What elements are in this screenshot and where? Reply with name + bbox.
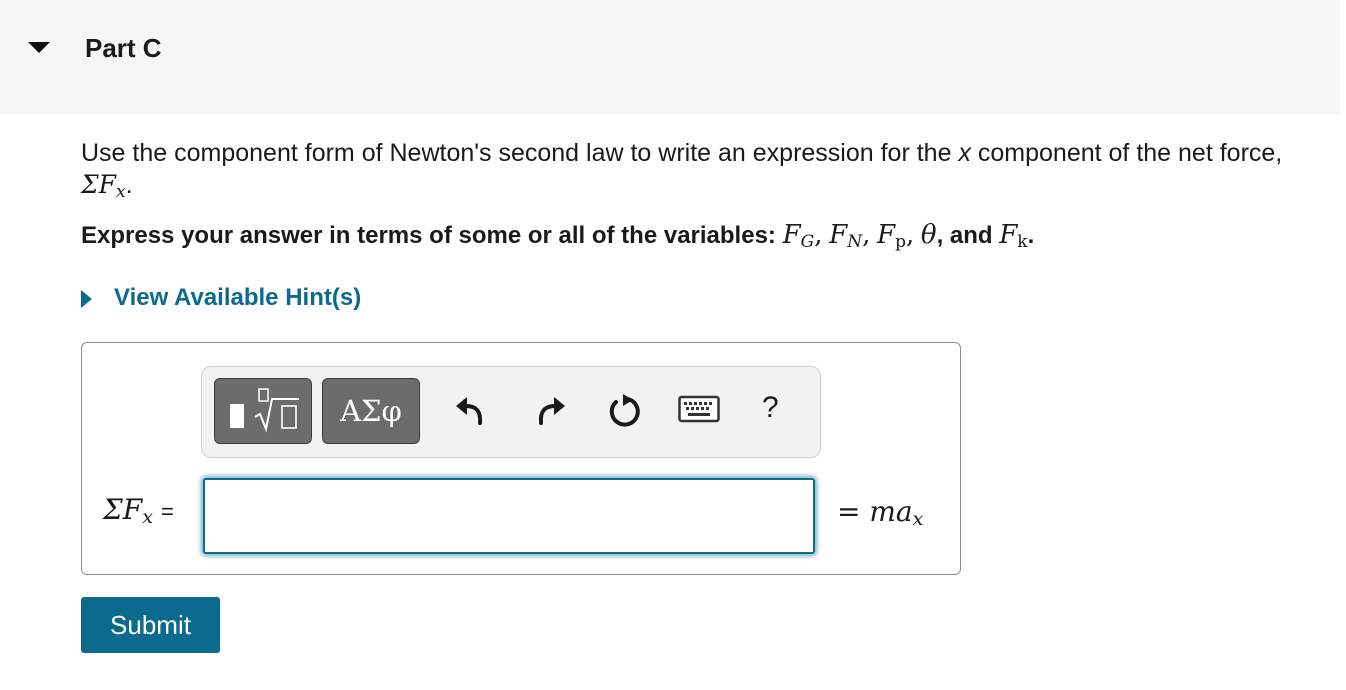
variable-fn: FN [829, 220, 863, 252]
rhs-main: = ma [837, 495, 913, 528]
variable-fg: FG [782, 220, 815, 252]
redo-icon[interactable] [529, 391, 569, 431]
question-var-x: x [958, 139, 971, 167]
collapse-triangle-icon[interactable] [28, 42, 50, 53]
reset-icon[interactable] [604, 391, 644, 431]
submit-button[interactable]: Submit [81, 597, 220, 653]
lhs-equals: = [160, 499, 174, 524]
var-main: F [877, 220, 896, 250]
variable-fk: Fk [999, 220, 1028, 252]
part-title: Part C [85, 33, 162, 63]
answer-input[interactable] [203, 478, 815, 554]
answer-panel: ΑΣφ ? ΣFx = = max [81, 342, 961, 575]
question-text-after: component of the net force, [977, 139, 1283, 167]
hint-toggle[interactable]: View Available Hint(s) [81, 284, 361, 312]
expand-triangle-icon [81, 289, 92, 308]
templates-button[interactable] [214, 378, 312, 444]
part-header[interactable]: Part C [0, 0, 1340, 114]
math-toolbar: ΑΣφ ? [201, 366, 821, 458]
var-main: F [829, 220, 848, 250]
var-sub: k [1017, 232, 1028, 252]
templates-icon [230, 388, 299, 433]
expr-sub: x [116, 182, 126, 202]
variable-theta: θ [920, 220, 937, 250]
question-text: Use the component form of Newton's secon… [81, 138, 1343, 208]
instruction-lead: Express your answer in terms of some or … [81, 222, 776, 249]
undo-icon[interactable] [452, 391, 492, 431]
and-text: , and [936, 222, 993, 249]
instruction-text: Express your answer in terms of some or … [81, 220, 1034, 252]
expr-end: . [125, 171, 133, 199]
answer-rhs-label: = max [837, 495, 923, 530]
answer-lhs-label: ΣFx = [103, 493, 174, 528]
hint-link[interactable]: View Available Hint(s) [114, 284, 361, 311]
variable-fp: Fp [877, 220, 906, 252]
var-sub: N [847, 232, 863, 252]
question-expression: ΣFx [81, 170, 126, 202]
help-button[interactable]: ? [762, 391, 779, 425]
keyboard-icon[interactable] [678, 395, 720, 425]
greek-symbols-button[interactable]: ΑΣφ [322, 378, 420, 444]
var-sub: p [895, 232, 906, 252]
rhs-sub: x [912, 508, 924, 530]
var-main: F [999, 220, 1018, 250]
lhs-main: ΣF [103, 493, 143, 526]
comma: , [814, 220, 823, 250]
var-main: F [782, 220, 801, 250]
instruction-end: . [1027, 222, 1035, 249]
question-text-before: Use the component form of Newton's secon… [81, 139, 952, 167]
lhs-sub: x [142, 506, 153, 528]
comma: , [862, 220, 871, 250]
expr-main: ΣF [81, 170, 117, 199]
comma: , [905, 220, 915, 250]
var-sub: G [800, 232, 815, 252]
